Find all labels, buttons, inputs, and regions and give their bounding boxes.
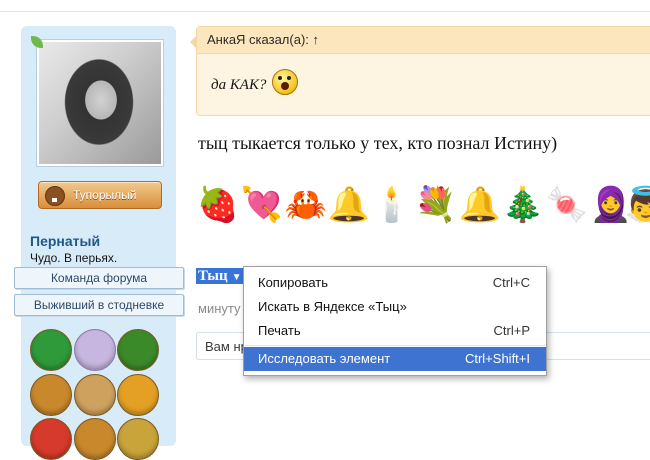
selected-word-text: Тыц [198,268,228,284]
chevron-down-icon[interactable]: ▼ [232,272,242,283]
wreath-icon: 🎄 [501,186,545,224]
award-badge-icon[interactable] [74,418,116,460]
quote-text: да КАК? [211,77,267,93]
bells-icon: 🔔 [327,186,371,224]
award-medkit-icon[interactable] [30,329,72,371]
emoji-row: 🍓 💘 🦀 🔔 🕯️ 💐 🔔 🎄 🍬 🧕 👼 [196,180,650,236]
strawberry-icon: 🍓 [196,186,240,224]
rank-badge: Тупорылый [38,181,162,209]
menu-item-search-yandex[interactable]: Искать в Яндексе «Тыц» [244,295,546,319]
candy-icon: 🍬 [545,186,589,224]
top-divider [0,11,650,12]
post-time: минуту [198,301,241,316]
award-stars-icon[interactable] [30,374,72,416]
quote-author-link[interactable]: АнкаЯ сказал(а): ↑ [197,27,650,54]
cupid-icon: 💘 [240,186,284,224]
wreath-icon: 💐 [414,186,458,224]
beaver-icon [45,186,65,206]
menu-item-label: Искать в Яндексе «Тыц» [258,299,407,314]
award-medal-icon[interactable] [74,329,116,371]
lobster-icon: 🦀 [284,186,328,224]
menu-item-shortcut: Ctrl+Shift+I [464,351,530,366]
angel-icon: 👼 [624,186,650,224]
menu-item-label: Копировать [258,275,328,290]
post-text: тыц тыкается только у тех, кто познал Ис… [198,133,558,153]
award-apple-icon[interactable] [30,418,72,460]
menu-item-shortcut: Ctrl+P [493,323,530,338]
menu-item-shortcut: Ctrl+C [492,275,530,290]
bells-icon: 🔔 [458,186,502,224]
quote-pointer [190,35,197,49]
candle-icon: 🕯️ [370,186,414,224]
user-tag-team: Команда форума [14,267,184,289]
menu-separator [245,345,545,346]
menu-item-label: Печать [258,323,301,338]
award-building-icon[interactable] [117,374,159,416]
menu-item-inspect[interactable]: Исследовать элемент Ctrl+Shift+I [244,347,546,371]
context-menu: Копировать Ctrl+C Искать в Яндексе «Тыц»… [243,266,547,376]
award-number-two-icon[interactable] [117,329,159,371]
shocked-smiley-icon [272,69,298,95]
quote-block: АнкаЯ сказал(а): ↑ да КАК? [190,26,650,116]
user-title: Чудо. В перьях. [30,251,118,265]
award-people-icon[interactable] [74,374,116,416]
rank-badge-label: Тупорылый [73,188,137,202]
menu-item-label: Исследовать элемент [258,351,391,366]
selected-word-link[interactable]: Тыц ▼ [196,268,245,284]
award-badge-icon[interactable] [117,418,159,460]
user-tag-survivor: Выживший в стодневке [14,294,184,316]
menu-item-copy[interactable]: Копировать Ctrl+C [244,271,546,295]
avatar[interactable] [37,40,163,166]
username-link[interactable]: Пернатый [30,233,100,249]
menu-item-print[interactable]: Печать Ctrl+P [244,319,546,343]
